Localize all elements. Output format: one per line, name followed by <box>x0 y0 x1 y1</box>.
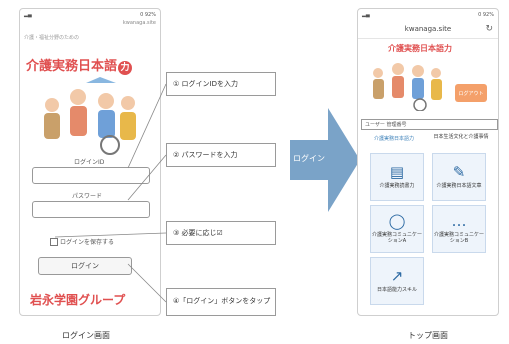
refresh-icon[interactable]: ↻ <box>485 24 493 34</box>
status-bar: ▂▄ 0 92% <box>358 9 498 20</box>
tile-label: 介護実務読書力 <box>379 183 415 189</box>
tile-reading[interactable]: ▤ 介護実務読書力 <box>370 153 424 201</box>
speech-bubble-icon: ◯ <box>388 212 406 230</box>
step-4-tap-login: ④「ログイン」ボタンをタップ <box>166 288 276 316</box>
tile-label: 日本語能力スキル <box>376 287 417 293</box>
password-input[interactable] <box>32 201 150 218</box>
login-phone-screen: ▂▄ 0 92% kwanaga.site 介護・福祉分野のための 介護実務日本… <box>19 8 161 316</box>
status-time: 0 92% <box>140 11 156 18</box>
chart-icon: ↗ <box>390 267 404 285</box>
group-name: 岩永学園グループ <box>30 293 126 307</box>
tab-japanese-skills[interactable]: 介護実務日本語力 <box>364 135 424 142</box>
login-screen-caption: ログイン画面 <box>62 331 110 340</box>
tile-communication-b[interactable]: … 介護実務コミュニケーションB <box>432 205 486 253</box>
chat-dots-icon: … <box>451 212 467 230</box>
remember-label: ログインを保存する <box>60 239 115 246</box>
step-1-enter-id: ① ログインIDを入力 <box>166 72 276 96</box>
tile-japanese-skill[interactable]: ↗ 日本語能力スキル <box>370 257 424 305</box>
status-time: 0 92% <box>478 11 494 18</box>
tile-label: 介護実務日本語文章 <box>436 183 482 189</box>
site-header: kwanaga.site ↻ <box>358 20 498 39</box>
site-title: kwanaga.site <box>404 25 452 33</box>
caregivers-illustration <box>373 63 442 111</box>
arrow-label: ログイン <box>293 154 325 163</box>
login-id-label: ログインID <box>74 159 105 166</box>
app-subtitle: 介護・福祉分野のための <box>24 35 80 41</box>
tile-label: 介護実務コミュニケーションB <box>433 232 484 244</box>
top-screen-caption: トップ画面 <box>408 331 448 340</box>
app-name: 介護実務日本語力 <box>26 55 133 75</box>
step-3-check: ③ 必要に応じ☑ <box>166 221 276 245</box>
tile-label: 介護実務コミュニケーションA <box>371 232 422 244</box>
signal-icon: ▂▄ <box>24 11 32 18</box>
pencil-icon: ✎ <box>452 163 466 181</box>
caregivers-illustration <box>44 77 136 155</box>
logout-button[interactable]: ログアウト <box>455 84 487 102</box>
status-bar: ▂▄ 0 92% <box>20 9 160 20</box>
remember-checkbox[interactable]: ログインを保存する <box>50 237 114 246</box>
checkbox-icon[interactable] <box>50 237 58 246</box>
tile-communication-a[interactable]: ◯ 介護実務コミュニケーションA <box>370 205 424 253</box>
login-id-input[interactable] <box>32 167 150 184</box>
step-2-enter-password: ② パスワードを入力 <box>166 143 276 167</box>
tab-culture[interactable]: 日本生活文化と介護事情 <box>430 133 492 140</box>
app-name: 介護実務日本語力 <box>388 43 452 53</box>
url-label: kwanaga.site <box>122 20 156 26</box>
login-button[interactable]: ログイン <box>38 257 132 275</box>
book-icon: ▤ <box>389 163 405 181</box>
top-phone-screen: ▂▄ 0 92% kwanaga.site ↻ 介護実務日本語力 ログアウト ユ… <box>357 8 499 316</box>
user-bar: ユーザー 管理番号 <box>361 119 498 130</box>
password-label: パスワード <box>72 193 103 200</box>
tile-writing[interactable]: ✎ 介護実務日本語文章 <box>432 153 486 201</box>
sun-logo-icon: 力 <box>118 61 133 75</box>
signal-icon: ▂▄ <box>362 11 370 18</box>
